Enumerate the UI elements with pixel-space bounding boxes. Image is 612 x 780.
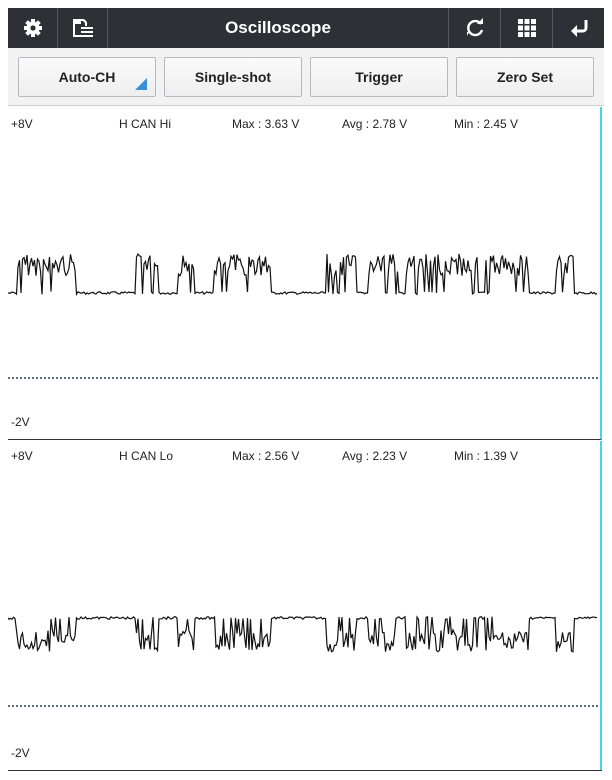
avg-readout: Avg : 2.78 V [342,117,408,131]
top-scale-label: +8V [11,449,33,463]
back-arrow-icon [570,20,587,37]
channel-panel-hi[interactable]: +8V H CAN Hi Max : 3.63 V Avg : 2.78 V M… [8,107,602,440]
auto-ch-label: Auto-CH [58,69,116,85]
min-readout: Min : 1.39 V [454,449,519,463]
waveform-trace-hi [8,252,598,296]
refresh-button[interactable] [448,8,500,48]
single-shot-label: Single-shot [194,69,272,85]
top-bar: Oscilloscope [8,8,604,48]
waveform-plot-hi [8,252,600,379]
zero-set-button[interactable]: Zero Set [456,57,594,97]
top-scale-label: +8V [11,117,33,131]
min-readout: Min : 2.45 V [454,117,519,131]
max-readout: Max : 3.63 V [232,117,300,131]
gear-icon [23,19,42,37]
trigger-label: Trigger [355,69,403,85]
max-readout: Max : 2.56 V [232,449,300,463]
page-title: Oscilloscope [225,18,331,37]
auto-ch-button[interactable]: Auto-CH [18,57,156,97]
zero-set-label: Zero Set [496,69,553,85]
channel-name: H CAN Lo [119,449,174,463]
single-shot-button[interactable]: Single-shot [164,57,302,97]
save-list-icon [72,19,93,37]
waveform-trace-lo [8,615,598,653]
grid-button[interactable] [500,8,552,48]
channel-name: H CAN Hi [119,117,172,131]
grid-icon [517,19,536,37]
bottom-scale-label: -2V [11,415,30,429]
waveform-plot-lo [8,615,600,707]
refresh-icon [466,18,483,37]
dropdown-corner-icon [135,78,147,90]
save-button[interactable] [58,8,108,48]
settings-button[interactable] [8,8,58,48]
toolbar: Auto-CH Single-shot Trigger Zero Set [8,48,604,106]
back-button[interactable] [552,8,604,48]
channel-panel-lo[interactable]: +8V H CAN Lo Max : 2.56 V Avg : 2.23 V M… [8,441,602,771]
avg-readout: Avg : 2.23 V [342,449,408,463]
trigger-button[interactable]: Trigger [310,57,448,97]
bottom-divider [8,770,602,771]
bottom-scale-label: -2V [11,746,30,760]
